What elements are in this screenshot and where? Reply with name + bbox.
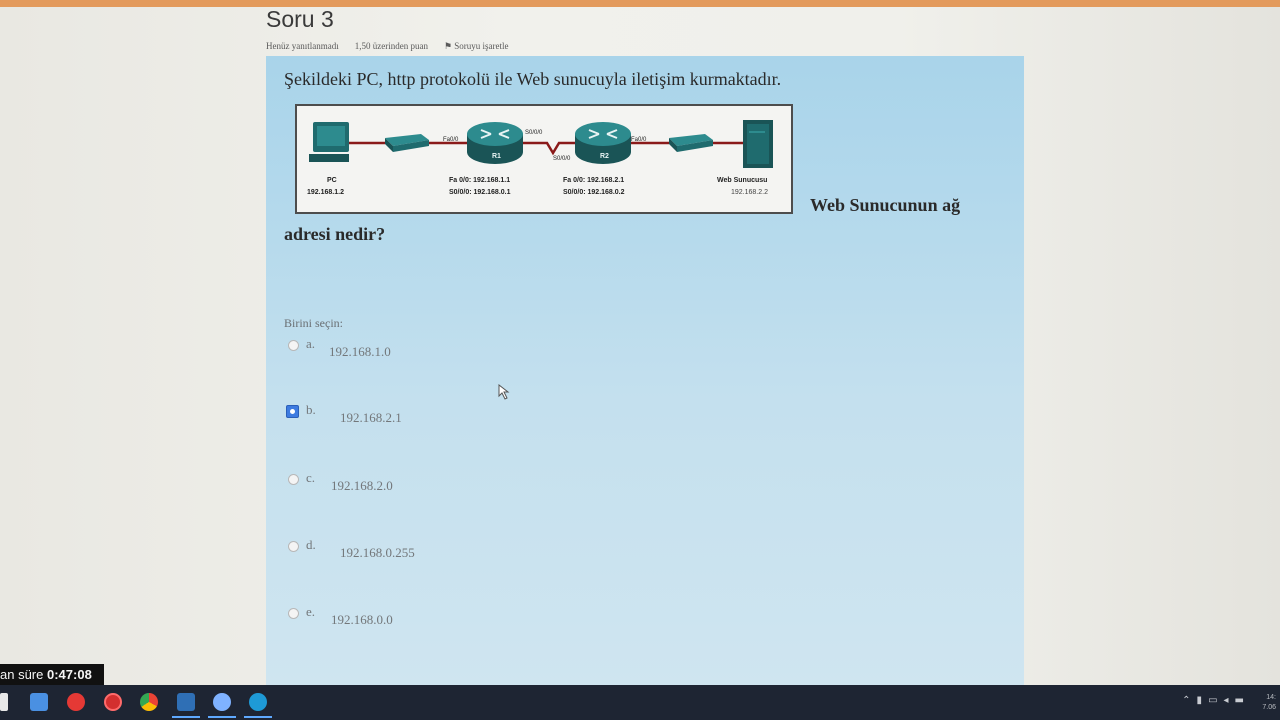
timer-value: 0:47:08 [47,667,92,682]
router-r2-icon: R2 [575,122,631,164]
clock-date: 7.06 [1262,704,1276,711]
r2-fa-address: Fa 0/0: 192.168.2.1 [563,177,624,184]
mail-icon[interactable] [30,693,48,711]
system-clock[interactable]: 14: 7.06 [1262,693,1276,713]
question-text-line3: adresi nedir? [284,224,386,244]
mouse-cursor-icon [498,384,510,400]
pc-ip: 192.168.1.2 [307,189,344,196]
flag-question-link[interactable]: ⚑ Soruyu işaretle [444,41,509,52]
option-letter: c. [306,470,316,485]
active-indicator [244,716,272,718]
question-panel: Şekildeki PC, http protokolü ile Web sun… [266,56,1024,685]
link-r1-r2 [521,141,577,156]
radio-button[interactable] [288,474,299,485]
option-letter: b. [306,402,316,417]
switch-icon [385,134,429,152]
server-label: Web Sunucusu [717,177,767,184]
port-label: S0/0/0 [525,130,543,136]
server-ip: 192.168.2.2 [731,189,768,196]
youtube-icon[interactable] [67,693,85,711]
option-value: 192.168.2.0 [331,478,393,493]
chrome-icon[interactable] [140,693,158,711]
usb-icon[interactable]: ▮ [1197,695,1203,706]
question-points: 1,50 üzerinden puan [354,41,428,51]
r1-s-address: S0/0/0: 192.168.0.1 [449,189,511,196]
port-label: S0/0/0 [553,156,571,162]
option-letter: a. [306,336,316,351]
question-info: Henüz yanıtlanmadı 1,50 üzerinden puan ⚑… [266,41,509,52]
keyboard-icon[interactable]: ▬ [1235,695,1244,706]
taskbar: ⌃ ▮ ▭ ◂ ▬ 14: 7.06 [0,685,1280,720]
network-icon[interactable]: ▭ [1208,695,1217,706]
question-status: Henüz yanıtlanmadı [266,41,339,51]
radio-button[interactable] [288,541,299,552]
server-icon [743,120,773,168]
question-title: Soru 3 [266,6,334,32]
router-r1-icon: R1 [467,122,523,164]
top-accent-bar [0,0,1280,7]
switch-icon [669,134,713,152]
option-letter: d. [306,537,316,552]
radio-button-selected[interactable] [286,405,299,418]
app-icon[interactable] [177,693,195,711]
pc-label: PC [327,177,337,184]
question-text: Şekildeki PC, http protokolü ile Web sun… [284,69,782,89]
system-tray: ⌃ ▮ ▭ ◂ ▬ [1182,695,1244,706]
edge-icon[interactable] [249,693,267,711]
r1-fa-address: Fa 0/0: 192.168.1.1 [449,177,510,184]
r2-name: R2 [600,153,609,160]
active-indicator [208,716,236,718]
r1-name: R1 [492,153,501,160]
radio-button[interactable] [288,340,299,351]
r2-s-address: S0/0/0: 192.168.0.2 [563,189,625,196]
clock-time: 14: [1266,694,1276,701]
remaining-time-box: an süre 0:47:08 [0,664,104,686]
option-value: 192.168.0.255 [340,545,415,560]
radio-button[interactable] [288,608,299,619]
timer-label: an süre [0,667,44,682]
option-value: 192.168.0.0 [331,612,393,627]
option-value: 192.168.1.0 [329,344,391,359]
port-label: Fa0/0 [631,137,647,143]
volume-icon[interactable]: ◂ [1224,695,1229,706]
question-text-line2: Web Sunucunun ağ [810,195,961,215]
flag-icon: ⚑ [443,41,453,51]
opera-icon[interactable] [104,693,122,711]
pc-icon [309,122,349,162]
browser-icon[interactable] [213,693,231,711]
network-diagram: R1 R2 Fa0/0 S0/0/0 S0/0/0 Fa0/0 PC 192.1… [295,104,793,214]
start-icon[interactable] [0,693,8,711]
option-value: 192.168.2.1 [340,410,402,425]
active-indicator [172,716,200,718]
flag-question-label: Soruyu işaretle [454,41,509,51]
question-header: Soru 3 [266,6,334,33]
chevron-up-icon[interactable]: ⌃ [1182,695,1190,706]
answer-prompt: Birini seçin: [284,316,343,330]
port-label: Fa0/0 [443,137,459,143]
option-letter: e. [306,604,316,619]
